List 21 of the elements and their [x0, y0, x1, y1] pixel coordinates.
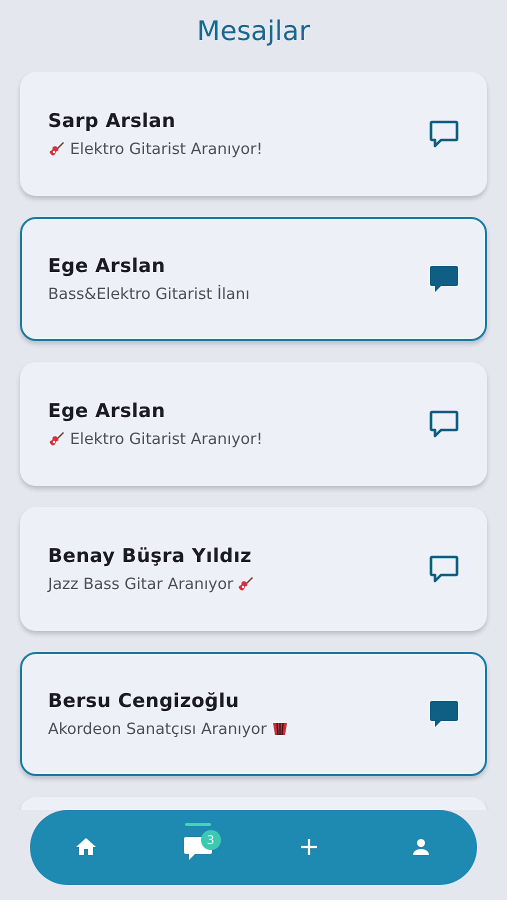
- accordion-icon: [270, 720, 289, 738]
- listing-title: Elektro Gitarist Aranıyor!: [70, 430, 263, 448]
- conversation-card[interactable]: Benay Büşra Yıldız Jazz Bass Gitar Aranıyor: [20, 507, 487, 631]
- contact-name: Bersu Cengizoğlu: [48, 690, 240, 712]
- contact-name: Benay Büşra Yıldız: [48, 545, 253, 567]
- listing-title: Bass&Elektro Gitarist İlanı: [48, 285, 250, 303]
- guitar-icon: [48, 140, 66, 158]
- listing-title: Elektro Gitarist Aranıyor!: [70, 140, 263, 158]
- conversation-card[interactable]: Ege Arslan Bass&Elektro Gitarist İlanı: [20, 217, 487, 341]
- conversation-card[interactable]: Ege Arslan Elektro Gitarist Aranıyor!: [20, 362, 487, 486]
- guitar-icon: [48, 430, 66, 448]
- contact-name: Sarp Arslan: [48, 110, 177, 132]
- contact-name: Ege Arslan: [48, 400, 166, 422]
- listing-title: Jazz Bass Gitar Aranıyor: [48, 575, 234, 593]
- conversation-card[interactable]: Bersu Cengizoğlu Akordeon Sanatçısı Aranıyor: [20, 652, 487, 776]
- listing-title: Akordeon Sanatçısı Aranıyor: [48, 720, 267, 738]
- unread-count-badge: 3: [200, 830, 221, 850]
- conversation-card[interactable]: Sarp Arslan Elektro Gitarist Aranıyor!: [20, 72, 487, 196]
- guitar-icon: [237, 575, 256, 593]
- page-title: Mesajlar: [196, 15, 312, 49]
- contact-name: Ege Arslan: [48, 255, 166, 277]
